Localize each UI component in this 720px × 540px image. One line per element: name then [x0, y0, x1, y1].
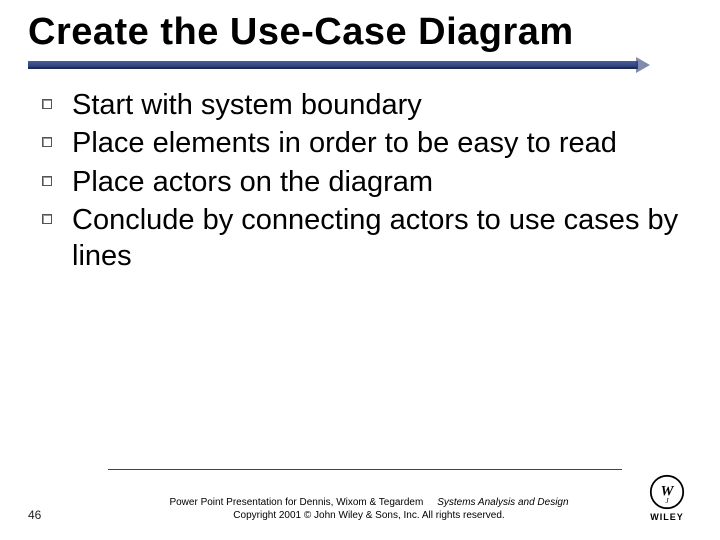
bullet-text: Place elements in order to be easy to re… — [72, 127, 617, 159]
bullet-list: Start with system boundary Place element… — [28, 87, 692, 274]
bullet-icon — [42, 99, 52, 109]
bullet-text: Start with system boundary — [72, 89, 422, 121]
bullet-item: Place elements in order to be easy to re… — [36, 125, 692, 161]
footer-credits: Power Point Presentation for Dennis, Wix… — [108, 496, 630, 522]
page-number: 46 — [28, 508, 96, 522]
publisher-brand: WILEY — [650, 512, 684, 522]
title-underline — [28, 59, 692, 69]
bullet-text: Conclude by connecting actors to use cas… — [72, 204, 678, 272]
bullet-text: Place actors on the diagram — [72, 166, 433, 198]
bullet-item: Start with system boundary — [36, 87, 692, 123]
footer-credit-line1b: Systems Analysis and Design — [437, 497, 568, 508]
wiley-logo-icon: W J — [649, 474, 685, 510]
bullet-item: Conclude by connecting actors to use cas… — [36, 202, 692, 275]
bullet-item: Place actors on the diagram — [36, 164, 692, 200]
bullet-icon — [42, 214, 52, 224]
footer-credit-line2: Copyright 2001 © John Wiley & Sons, Inc.… — [108, 509, 630, 522]
slide-footer: 46 Power Point Presentation for Dennis, … — [28, 469, 692, 522]
publisher-logo: W J WILEY — [642, 474, 692, 522]
bullet-icon — [42, 176, 52, 186]
slide: Create the Use-Case Diagram Start with s… — [0, 0, 720, 540]
slide-title: Create the Use-Case Diagram — [28, 12, 692, 53]
bullet-icon — [42, 137, 52, 147]
footer-credit-line1a: Power Point Presentation for Dennis, Wix… — [169, 497, 423, 508]
footer-divider — [108, 469, 622, 470]
